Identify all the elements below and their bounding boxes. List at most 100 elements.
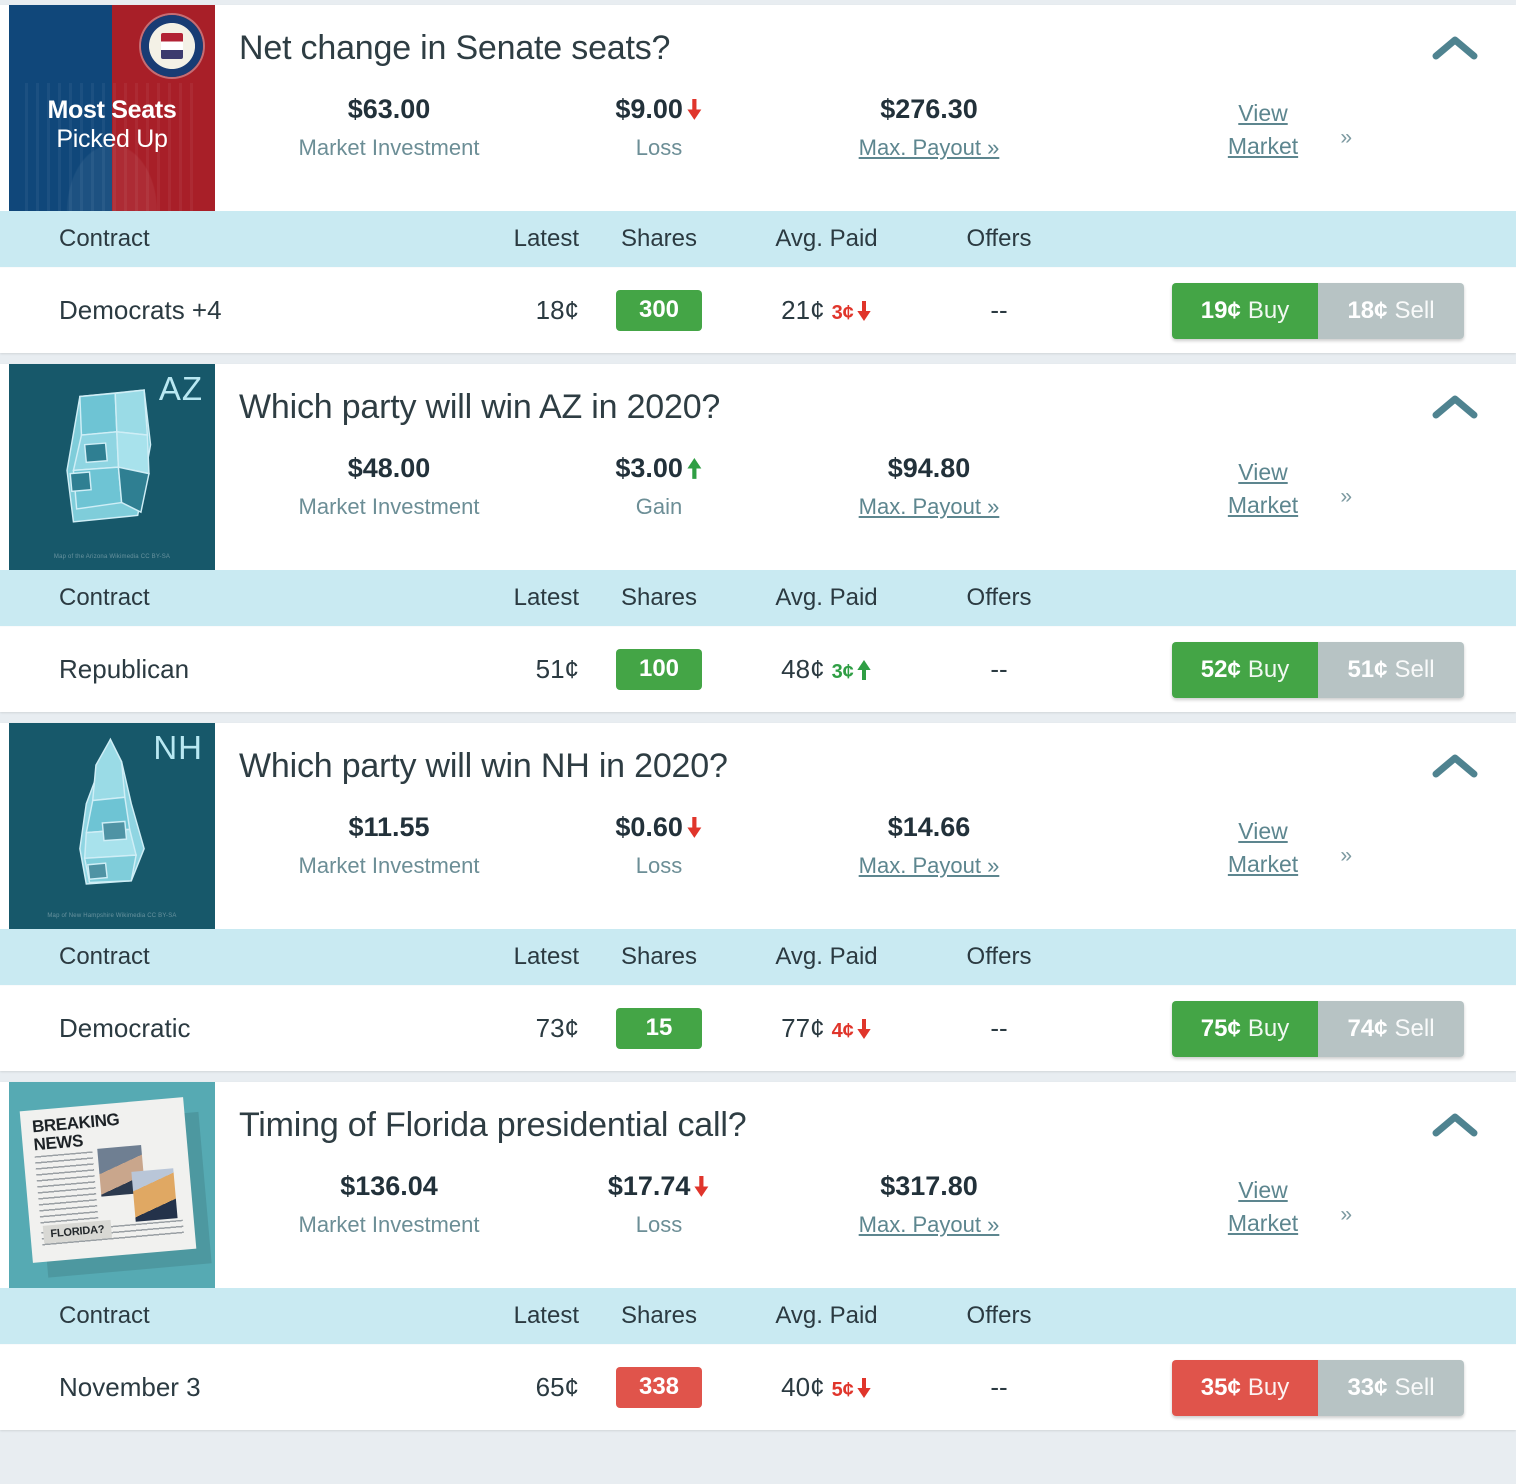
arrow-down-icon [856,1378,872,1398]
max-payout-link[interactable]: Max. Payout » [779,486,1079,528]
offers-value: -- [990,654,1008,684]
metric-profit-loss: $17.74 Loss [539,1170,779,1246]
view-market-line1[interactable]: View [1238,459,1287,485]
view-market-line2[interactable]: Market [1228,492,1298,518]
metric-market-investment: $48.00 Market Investment [239,452,539,528]
column-header-shares: Shares [620,943,698,970]
offers-value: -- [990,1013,1008,1043]
column-header-latest: Latest [513,1302,579,1329]
market-title: Which party will win NH in 2020? [239,747,728,785]
sell-button[interactable]: 18¢ Sell [1318,282,1464,339]
avg-paid-cell: 21¢ 3¢ [739,295,914,326]
view-market-line2[interactable]: Market [1228,1210,1298,1236]
profit-loss-value: $9.00 [539,93,779,127]
market-header-body: Timing of Florida presidential call? $136… [215,1082,1516,1288]
max-payout-link[interactable]: Max. Payout » [779,127,1079,169]
view-market-link[interactable]: View Market » [1188,97,1352,162]
collapse-chevron-up-icon[interactable] [1432,31,1478,63]
buy-button[interactable]: 75¢ Buy [1172,1000,1318,1057]
buy-price: 19¢ [1200,296,1241,324]
sell-button[interactable]: 74¢ Sell [1318,1000,1464,1057]
market-card-header: NH Map of New Hampshire Wikimedia CC BY-S… [0,723,1516,929]
sell-label: Sell [1394,1373,1435,1401]
avg-paid-value: 21¢ [781,295,825,325]
metric-market-investment: $11.55 Market Investment [239,811,539,887]
avg-paid-delta: 5¢ [831,1379,854,1401]
column-header-contract: Contract [59,225,150,252]
buy-button[interactable]: 52¢ Buy [1172,641,1318,698]
arrow-down-icon [686,816,703,838]
column-header-avg-paid: Avg. Paid [775,1302,878,1329]
metric-max-payout: $317.80 Max. Payout » [779,1170,1079,1246]
view-market-link[interactable]: View Market » [1188,456,1352,521]
sell-label: Sell [1394,655,1435,683]
metric-max-payout: $14.66 Max. Payout » [779,811,1079,887]
market-header-body: Net change in Senate seats? $63.00 Market … [215,5,1516,211]
buy-label: Buy [1247,1373,1290,1401]
shares-badge: 338 [616,1367,702,1408]
view-market-link[interactable]: View Market » [1188,815,1352,880]
collapse-chevron-up-icon[interactable] [1432,1108,1478,1140]
offers-value: -- [990,295,1008,325]
buy-label: Buy [1247,1014,1290,1042]
shares-cell: 15 [579,1008,739,1049]
view-market-line2[interactable]: Market [1228,133,1298,159]
max-payout-link[interactable]: Max. Payout » [779,845,1079,887]
thumbnail-caption-line1: Most Seats [47,95,177,124]
contracts-table-header: Contract Latest Shares Avg. Paid Offers [0,211,1516,267]
trade-button-group: 52¢ Buy 51¢ Sell [1172,641,1464,698]
market-investment-label: Market Investment [298,493,480,519]
profit-loss-label: Loss [635,852,683,878]
market-investment-value: $48.00 [347,453,431,483]
contract-name: Democrats +4 [59,295,222,325]
market-card: NH Map of New Hampshire Wikimedia CC BY-S… [0,723,1516,1071]
column-header-contract: Contract [59,584,150,611]
avg-paid-value: 48¢ [781,654,825,684]
column-header-contract: Contract [59,943,150,970]
trade-actions: 19¢ Buy 18¢ Sell [1084,282,1516,339]
profit-loss-amount: $9.00 [615,94,683,124]
arrow-down-icon [693,1175,710,1197]
column-header-shares: Shares [620,225,698,252]
avg-paid-cell: 48¢ 3¢ [739,654,914,685]
max-payout-value: $317.80 [880,1171,978,1201]
trade-button-group: 35¢ Buy 33¢ Sell [1172,1359,1464,1416]
collapse-chevron-up-icon[interactable] [1432,390,1478,422]
contracts-table-header: Contract Latest Shares Avg. Paid Offers [0,1288,1516,1344]
senate-seal-icon [141,15,203,77]
column-header-avg-paid: Avg. Paid [775,943,878,970]
collapse-chevron-up-icon[interactable] [1432,749,1478,781]
max-payout-link[interactable]: Max. Payout » [779,1204,1079,1246]
trade-actions: 52¢ Buy 51¢ Sell [1084,641,1516,698]
trade-actions: 75¢ Buy 74¢ Sell [1084,1000,1516,1057]
newspaper-graphic: BREAKING NEWS FLORIDA? [19,1097,197,1263]
buy-button[interactable]: 19¢ Buy [1172,282,1318,339]
column-header-avg-paid: Avg. Paid [775,225,878,252]
view-market-line1[interactable]: View [1238,1177,1287,1203]
contract-name: November 3 [59,1372,201,1402]
profit-loss-amount: $3.00 [615,453,683,483]
column-header-offers: Offers [966,1302,1032,1329]
buy-button[interactable]: 35¢ Buy [1172,1359,1318,1416]
latest-price: 73¢ [535,1013,579,1043]
latest-price: 65¢ [535,1372,579,1402]
view-market-line2[interactable]: Market [1228,851,1298,877]
market-thumbnail-breaking-news: BREAKING NEWS FLORIDA? [9,1082,215,1288]
view-market-line1[interactable]: View [1238,818,1287,844]
shares-badge: 15 [616,1008,702,1049]
metric-market-investment: $63.00 Market Investment [239,93,539,169]
avg-paid-value: 77¢ [781,1013,825,1043]
buy-price: 52¢ [1200,655,1241,683]
view-market-line1[interactable]: View [1238,100,1287,126]
market-thumbnail-state-map: AZ Map of the Arizona Wikimedia CC BY-SA [9,364,215,570]
view-market-link[interactable]: View Market » [1188,1174,1352,1239]
column-header-latest: Latest [513,584,579,611]
trade-button-group: 19¢ Buy 18¢ Sell [1172,282,1464,339]
market-card-header: AZ Map of the Arizona Wikimedia CC BY-SA W… [0,364,1516,570]
market-investment-label: Market Investment [298,1211,480,1237]
avg-paid-delta: 3¢ [831,302,854,324]
sell-button[interactable]: 33¢ Sell [1318,1359,1464,1416]
max-payout-value: $14.66 [887,812,971,842]
sell-button[interactable]: 51¢ Sell [1318,641,1464,698]
market-title: Which party will win AZ in 2020? [239,388,721,426]
